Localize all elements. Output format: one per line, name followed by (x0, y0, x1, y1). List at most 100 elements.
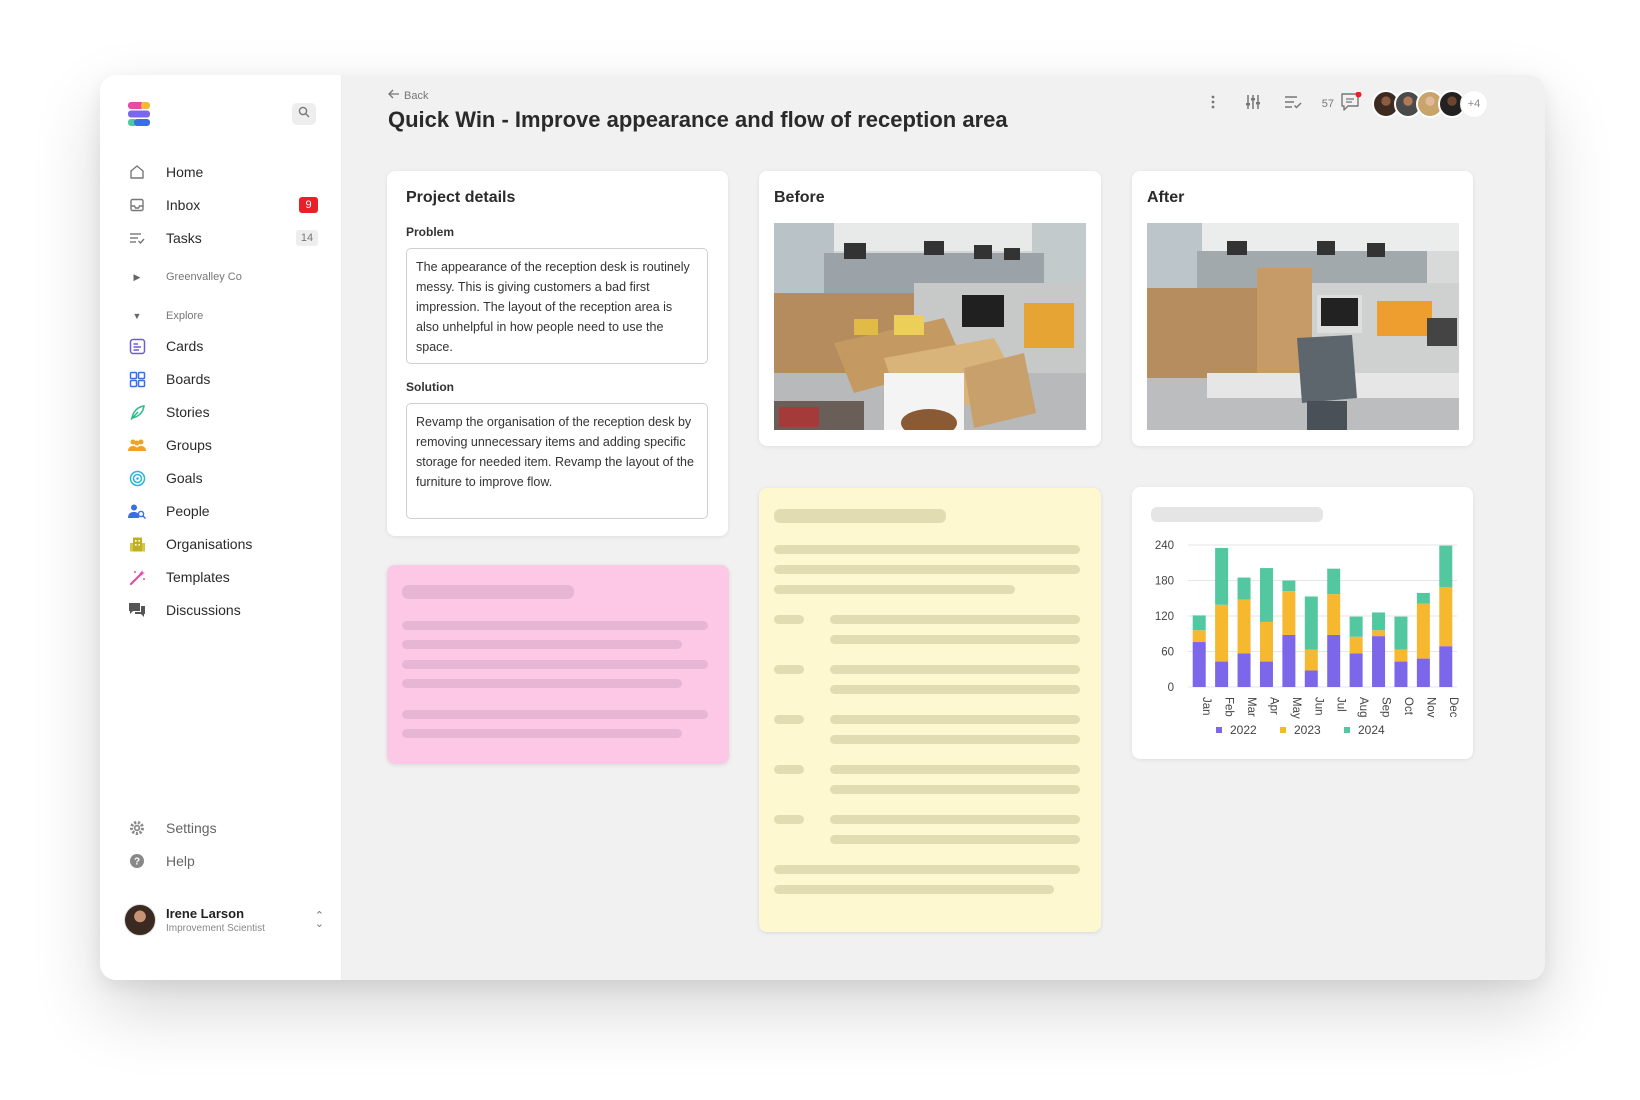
skeleton-line (402, 729, 682, 738)
sidebar-item-goals[interactable]: Goals (128, 465, 318, 491)
bar-segment-2022-oct (1394, 661, 1408, 687)
skeleton-line (774, 585, 1015, 594)
before-card: Before (759, 171, 1101, 446)
skeleton-line (402, 640, 682, 649)
sidebar-item-stories[interactable]: Stories (128, 399, 318, 425)
home-icon (128, 163, 146, 181)
task-list-button[interactable] (1280, 91, 1306, 117)
x-tick-label: Nov (1424, 697, 1436, 718)
skeleton-line (402, 660, 708, 669)
filter-button[interactable] (1240, 91, 1266, 117)
bar-segment-2022-sep (1372, 636, 1386, 687)
bar-segment-2024-nov (1416, 592, 1430, 604)
bar-segment-2024-sep (1372, 612, 1386, 631)
solution-field[interactable]: Revamp the organisation of the reception… (406, 403, 708, 519)
user-name: Irene Larson (166, 906, 245, 921)
x-tick-label: Jan (1200, 697, 1212, 716)
chart-card: 0 60 120 180 240 Jan Feb Mar Apr May Jun Jul Aug Sep O… (1132, 487, 1473, 759)
skeleton-line (774, 865, 1080, 874)
sidebar-item-groups[interactable]: Groups (128, 432, 318, 458)
sidebar-item-cards[interactable]: Cards (128, 333, 318, 359)
after-photo[interactable] (1147, 223, 1459, 430)
skeleton-line (830, 665, 1080, 674)
skeleton-title (402, 585, 574, 599)
caret-right-icon: ▶ (133, 271, 141, 282)
stories-icon (128, 403, 146, 421)
sidebar-item-templates[interactable]: Templates (128, 564, 318, 590)
sidebar-item-people[interactable]: People (128, 498, 318, 524)
legend-swatch-2023 (1280, 727, 1286, 733)
y-tick-label: 60 (1161, 647, 1174, 659)
workspace-toggle[interactable]: ▶ Greenvalley Co (128, 271, 242, 283)
bar-segment-2024-jan (1192, 615, 1206, 631)
sidebar-item-tasks[interactable]: Tasks 14 (128, 225, 318, 251)
legend-label-2024: 2024 (1358, 723, 1385, 737)
cards-icon (128, 337, 146, 355)
skeleton-line (774, 885, 1054, 894)
user-menu[interactable]: Irene Larson Improvement Scientist ⌃ ⌄ (124, 902, 324, 938)
bar-segment-2023-nov (1416, 603, 1430, 659)
sidebar-item-inbox[interactable]: Inbox 9 (128, 192, 318, 218)
explore-toggle[interactable]: ▼ Explore (128, 310, 204, 322)
inbox-count-badge: 9 (299, 197, 318, 213)
stacked-bar-chart[interactable]: 0 60 120 180 240 Jan Feb Mar Apr May Jun Jul Aug Sep O… (1132, 487, 1473, 759)
tasks-count-badge: 14 (296, 230, 318, 246)
sidebar: Home Inbox 9 Tasks 14 ▶ Greenvalley Co ▼… (100, 75, 342, 980)
skeleton-line (774, 565, 1080, 574)
sidebar-item-discussions[interactable]: Discussions (128, 597, 318, 623)
bar-segment-2022-dec (1439, 646, 1453, 687)
card-title: Project details (406, 189, 516, 206)
x-tick-label: Dec (1447, 697, 1459, 718)
bar-segment-2023-oct (1394, 649, 1408, 662)
sidebar-item-help[interactable]: ? Help (128, 848, 318, 874)
search-button[interactable] (292, 103, 316, 125)
bar-segment-2024-dec (1439, 545, 1453, 588)
x-tick-label: Sep (1380, 697, 1392, 717)
page-title: Quick Win - Improve appearance and flow … (388, 107, 1008, 132)
skeleton-line (774, 765, 804, 774)
app-window: Home Inbox 9 Tasks 14 ▶ Greenvalley Co ▼… (100, 75, 1545, 980)
legend-swatch-2024 (1344, 727, 1350, 733)
x-tick-label: Mar (1245, 697, 1257, 717)
arrow-left-icon (388, 89, 400, 102)
legend-label-2023: 2023 (1294, 723, 1321, 737)
skeleton-line (830, 785, 1080, 794)
bar-segment-2024-jun (1304, 596, 1318, 650)
bar-segment-2022-jan (1192, 642, 1206, 687)
svg-text:?: ? (134, 857, 140, 868)
y-tick-label: 0 (1168, 682, 1174, 694)
organisations-icon (128, 535, 146, 553)
bar-segment-2024-aug (1349, 616, 1363, 637)
sidebar-item-organisations[interactable]: Organisations (128, 531, 318, 557)
sidebar-item-boards[interactable]: Boards (128, 366, 318, 392)
more-vertical-icon (1211, 95, 1215, 114)
back-link[interactable]: Back (388, 89, 428, 102)
sidebar-item-home[interactable]: Home (128, 159, 318, 185)
bar-segment-2022-jun (1304, 670, 1318, 687)
app-logo[interactable] (128, 102, 152, 126)
bar-segment-2022-jul (1327, 634, 1341, 687)
skeleton-line (402, 710, 708, 719)
more-collaborators-count: +4 (1460, 90, 1488, 118)
tasks-icon (1284, 95, 1302, 114)
caret-down-icon: ▼ (132, 311, 142, 321)
y-tick-label: 120 (1155, 611, 1174, 623)
skeleton-line (774, 665, 804, 674)
tasks-icon (128, 229, 146, 247)
x-tick-label: Jul (1335, 697, 1347, 712)
problem-field[interactable]: The appearance of the reception desk is … (406, 248, 708, 364)
yellow-note-card[interactable] (759, 488, 1101, 932)
chevron-up-down-icon: ⌃ ⌄ (314, 910, 324, 930)
avatar (124, 904, 156, 936)
toolbar: 57 +4 (1186, 89, 1488, 119)
before-photo[interactable] (774, 223, 1086, 430)
collaborators[interactable]: +4 (1372, 90, 1488, 118)
problem-label: Problem (406, 225, 455, 239)
card-title: After (1147, 189, 1185, 206)
more-options-button[interactable] (1200, 91, 1226, 117)
y-tick-label: 240 (1155, 540, 1174, 552)
comments-button[interactable] (1338, 91, 1364, 117)
pink-note-card[interactable] (387, 565, 729, 764)
legend-swatch-2022 (1216, 727, 1222, 733)
sidebar-item-settings[interactable]: Settings (128, 815, 318, 841)
